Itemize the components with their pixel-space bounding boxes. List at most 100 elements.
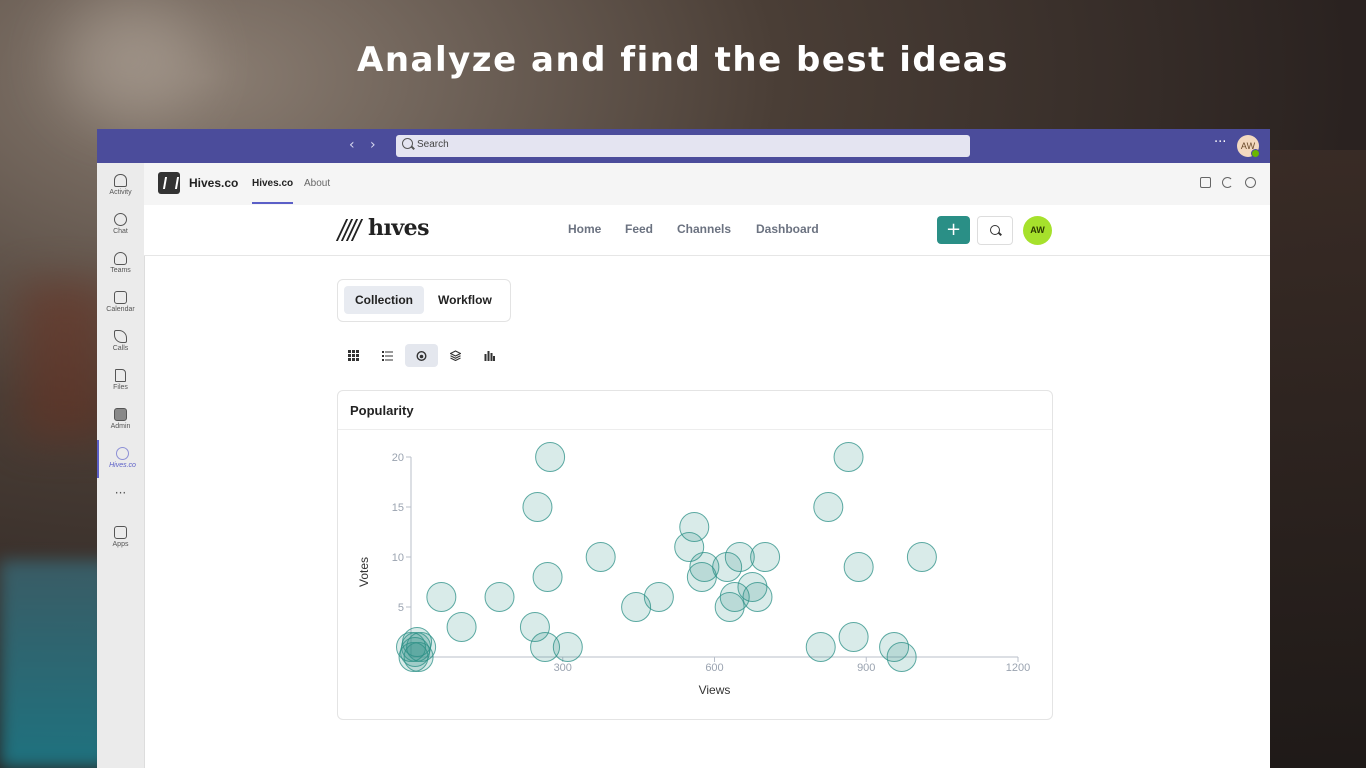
avatar[interactable]: AW	[1023, 216, 1052, 245]
app-name: Hives.co	[189, 176, 239, 190]
popularity-scatter-chart: 300 600 900 1200 5 10 15 20 Views Votes	[357, 442, 1030, 697]
data-point	[838, 622, 869, 652]
data-point	[886, 642, 917, 672]
data-point	[552, 632, 583, 662]
rail-item-activity[interactable]: Activity	[97, 167, 144, 205]
search-icon	[990, 225, 1000, 235]
flame-icon	[416, 351, 427, 361]
data-point	[805, 632, 836, 662]
hives-logo-icon	[158, 172, 180, 194]
grid-view-button[interactable]	[337, 344, 370, 367]
rail-item-hives[interactable]: Hives.co	[97, 440, 146, 478]
data-point	[742, 582, 773, 612]
teams-topbar: ‹ › Search ··· AW	[97, 129, 1270, 163]
chart-view-button[interactable]	[473, 344, 506, 367]
data-point	[446, 612, 477, 642]
bar-chart-icon	[484, 351, 495, 361]
nav-channels[interactable]: Channels	[677, 222, 731, 236]
rail-item-chat[interactable]: Chat	[97, 206, 144, 244]
search-button[interactable]	[977, 216, 1013, 245]
hives-navbar: hıves Home Feed Channels Dashboard + AW	[144, 205, 1270, 256]
headline: Analyze and find the best ideas	[357, 40, 1009, 80]
hives-brand-icon	[335, 219, 364, 241]
teams-window: ‹ › Search ··· AW Activity Chat Teams Ca…	[97, 129, 1270, 768]
file-icon	[115, 369, 126, 382]
rail-item-apps[interactable]: Apps	[97, 519, 144, 557]
tab-about[interactable]: About	[304, 178, 330, 189]
rail-item-admin[interactable]: Admin	[97, 401, 144, 439]
data-point	[843, 552, 874, 582]
y-axis-label: Votes	[357, 557, 371, 587]
y-tick-label: 10	[392, 552, 404, 564]
data-point	[535, 442, 566, 472]
left-rail: Activity Chat Teams Calendar Calls Files…	[97, 163, 145, 768]
rail-label: Chat	[113, 228, 128, 235]
workflow-tab[interactable]: Workflow	[427, 286, 503, 314]
chat-icon	[114, 213, 127, 226]
rail-label: Hives.co	[109, 462, 136, 469]
data-point	[426, 582, 457, 612]
admin-icon	[114, 408, 127, 421]
tab-hives[interactable]: Hives.co	[252, 178, 293, 189]
y-tick-label: 20	[392, 452, 404, 464]
presence-indicator	[1251, 149, 1260, 158]
nav-dashboard[interactable]: Dashboard	[756, 222, 819, 236]
popularity-card: Popularity 300 600 900 1200 5 10 15 20 Views Vote…	[337, 390, 1053, 720]
x-tick-label: 600	[705, 662, 723, 674]
view-mode-toggle: Collection Workflow	[337, 279, 511, 322]
search-input[interactable]: Search	[396, 135, 970, 157]
layers-view-button[interactable]	[439, 344, 472, 367]
globe-icon[interactable]	[1245, 177, 1256, 188]
nav-home[interactable]: Home	[568, 222, 601, 236]
y-tick-label: 5	[398, 602, 404, 614]
rail-label: Teams	[110, 267, 131, 274]
rail-item-calls[interactable]: Calls	[97, 323, 144, 361]
back-arrow-icon[interactable]: ‹	[349, 137, 355, 153]
add-button[interactable]: +	[937, 216, 970, 244]
refresh-icon[interactable]	[1222, 177, 1233, 188]
data-point	[906, 542, 937, 572]
bubble-view-button[interactable]	[405, 344, 438, 367]
grid-icon	[348, 350, 359, 361]
collection-tab[interactable]: Collection	[344, 286, 425, 314]
rail-item-teams[interactable]: Teams	[97, 245, 144, 283]
background-blur	[0, 560, 110, 768]
rail-label: Admin	[110, 423, 131, 430]
teams-icon	[114, 252, 127, 265]
rail-label: Files	[113, 384, 128, 391]
background-blur	[1270, 150, 1366, 768]
data-point	[679, 512, 710, 542]
data-point	[750, 542, 781, 572]
data-point	[585, 542, 616, 572]
brand-name: hıves	[368, 215, 430, 241]
more-apps-icon[interactable]: ···	[97, 486, 144, 500]
popout-icon[interactable]	[1200, 177, 1211, 188]
layers-icon	[450, 350, 461, 361]
list-icon	[382, 351, 393, 361]
rail-item-calendar[interactable]: Calendar	[97, 284, 144, 322]
list-view-button[interactable]	[371, 344, 404, 367]
nav-feed[interactable]: Feed	[625, 222, 653, 236]
forward-arrow-icon[interactable]: ›	[370, 137, 376, 153]
x-tick-label: 1200	[1006, 662, 1030, 674]
hives-icon	[116, 447, 129, 460]
search-placeholder: Search	[417, 139, 449, 150]
data-point	[813, 492, 844, 522]
data-point	[484, 582, 515, 612]
bell-icon	[114, 174, 127, 187]
data-point	[643, 582, 674, 612]
more-options-icon[interactable]: ···	[1214, 135, 1226, 150]
avatar[interactable]: AW	[1237, 135, 1260, 158]
apps-icon	[114, 526, 127, 539]
data-point	[522, 492, 553, 522]
x-tick-label: 900	[857, 662, 875, 674]
data-point	[724, 542, 755, 572]
x-tick-label: 300	[554, 662, 572, 674]
app-header: Hives.co Hives.co About	[144, 163, 1270, 206]
search-icon	[402, 138, 413, 149]
x-axis-label: Views	[699, 683, 731, 697]
y-tick-label: 15	[392, 502, 404, 514]
active-tab-indicator	[252, 202, 293, 204]
rail-label: Activity	[109, 189, 132, 196]
rail-item-files[interactable]: Files	[97, 362, 144, 400]
